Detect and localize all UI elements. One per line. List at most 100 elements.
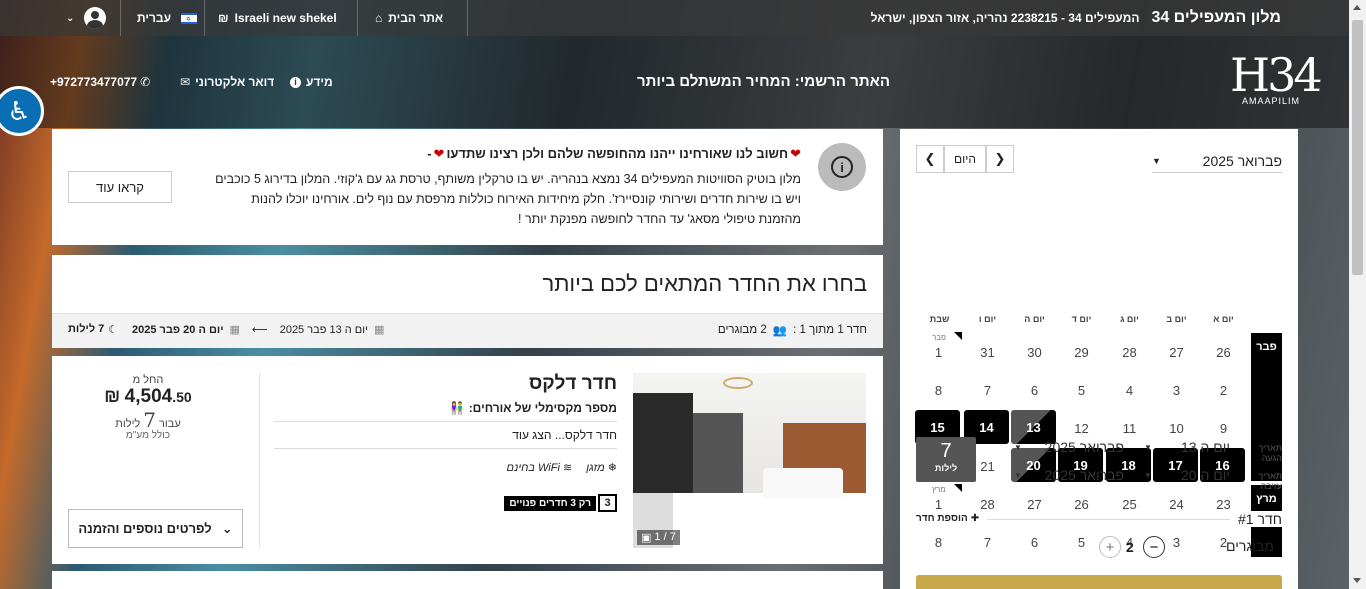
email-link[interactable]: ✉ דואר אלקטרוני xyxy=(180,75,274,89)
scroll-up-icon[interactable] xyxy=(1353,5,1361,10)
home-link-label: אתר הבית xyxy=(388,11,444,25)
currency-selector[interactable]: ₪ Israeli new shekel xyxy=(218,0,337,36)
month-select[interactable]: ▼ פברואר 2025 xyxy=(1152,149,1282,173)
search-button[interactable] xyxy=(916,575,1282,589)
calendar-day[interactable]: 6 xyxy=(1011,524,1058,560)
caret-down-icon: ▼ xyxy=(1152,155,1161,166)
weekday-label: יום ג xyxy=(1120,314,1139,324)
today-button[interactable]: היום xyxy=(944,145,986,173)
month-select-value: פברואר 2025 xyxy=(1202,152,1282,169)
calendar-day[interactable]: 24 xyxy=(1153,486,1200,522)
calendar-day[interactable]: 26 xyxy=(1200,334,1247,370)
amenity-ac: ❄ מזגן xyxy=(586,461,617,474)
accessibility-button[interactable]: ♿ xyxy=(0,86,44,136)
price-block: החל מ ₪ 4,504.50 עבור 7 לילות כולל מע"מ xyxy=(68,374,228,441)
notice-body: מלון בוטיק הסוויטות המעפילים 34 נמצא בנה… xyxy=(161,169,801,229)
plus-icon: + xyxy=(1105,538,1115,556)
site-header: H34 AMAAPILIM האתר הרשמי: המחיר המשתלם ב… xyxy=(0,36,1349,128)
divider xyxy=(274,448,617,449)
home-link[interactable]: ⌂ אתר הבית xyxy=(375,0,443,36)
minus-icon: − xyxy=(1149,538,1159,556)
calendar-day[interactable]: 26 xyxy=(1058,486,1105,522)
adults-minus-button[interactable]: − xyxy=(1143,536,1165,558)
calendar-day[interactable]: 2 xyxy=(1200,372,1247,408)
departure-day-select[interactable]: ▼ 20 יום ה xyxy=(1144,467,1230,483)
details-and-booking-button[interactable]: לפרטים נוספים והזמנה ⌄ xyxy=(68,509,243,548)
next-month-button[interactable]: ❯ xyxy=(986,145,1014,173)
vat-label: כולל מע"מ xyxy=(125,430,171,441)
caret-down-icon: ▼ xyxy=(1144,470,1152,480)
divider xyxy=(357,0,358,36)
divider xyxy=(274,421,617,422)
calendar-day[interactable]: 25 xyxy=(1106,486,1153,522)
nights-label: לילות xyxy=(115,418,141,430)
people-icon: 👥 xyxy=(772,325,788,337)
calendar-day[interactable]: 8 xyxy=(915,372,962,408)
rooms-left-badge: 3 רק 3 חדרים פנויים xyxy=(504,494,617,512)
max-guests: מספר מקסימלי של אורחים: 👫 xyxy=(450,401,617,415)
calendar-day[interactable]: 6 xyxy=(1011,372,1058,408)
chevron-left-icon: ❮ xyxy=(924,151,936,166)
calendar-day[interactable]: 7 xyxy=(964,372,1011,408)
checkout-date: יום ה 20 פבר 2025 xyxy=(132,323,224,336)
user-menu[interactable]: ⌄ xyxy=(66,0,107,36)
info-label: מידע xyxy=(306,75,333,89)
notice-title-text: חשוב לנו שאורחינו ייהנו מהחופשה שלהם ולכ… xyxy=(446,146,789,161)
calendar-day[interactable]: 28 xyxy=(1106,334,1153,370)
departure-label: תאריך עזיבה xyxy=(1258,471,1282,491)
shekel-icon: ₪ xyxy=(218,11,229,25)
weekday-label: יום ד xyxy=(1071,314,1092,324)
arrival-month-select[interactable]: ▼ פברואר 2025 xyxy=(1014,439,1124,455)
prev-month-button[interactable]: ❮ xyxy=(916,145,944,173)
chevron-down-icon: ⌄ xyxy=(66,12,75,24)
departure-month-select[interactable]: ▼ פברואר 2025 xyxy=(1014,467,1124,483)
calendar-day[interactable]: 27 xyxy=(1153,334,1200,370)
room-photo[interactable]: ▣ 1 / 7 xyxy=(633,373,866,548)
arrival-day-select[interactable]: ▼ 13 יום ה xyxy=(1144,439,1230,455)
caret-down-icon: ▼ xyxy=(1014,470,1022,480)
add-room-button[interactable]: הוספת חדר ✚ xyxy=(916,513,988,524)
chevron-down-icon: ⌄ xyxy=(221,520,233,536)
calendar-day[interactable]: 5 xyxy=(1058,372,1105,408)
calendar-day[interactable]: 27 xyxy=(1011,486,1058,522)
calendar-day[interactable]: 5 xyxy=(1058,524,1105,560)
calendar-day[interactable]: 3 xyxy=(1153,372,1200,408)
scroll-down-icon[interactable] xyxy=(1353,578,1361,583)
calendar-day[interactable]: 31 xyxy=(964,334,1011,370)
page-scrollbar[interactable] xyxy=(1349,0,1366,589)
calendar-day[interactable]: 8 xyxy=(915,524,962,560)
phone-link[interactable]: +972773477077 ✆ xyxy=(50,75,150,89)
notice-title: ❤ חשוב לנו שאורחינו ייהנו מהחופשה שלהם ו… xyxy=(427,146,801,162)
info-link[interactable]: i מידע xyxy=(290,75,333,89)
weekday-label: יום א xyxy=(1213,314,1234,324)
info-notice: i ❤ חשוב לנו שאורחינו ייהנו מהחופשה שלהם… xyxy=(52,129,883,245)
calendar-day[interactable]: 30 xyxy=(1011,334,1058,370)
arrow-left-icon: ⟵ xyxy=(251,324,268,336)
price-main: 4,504 xyxy=(124,386,173,407)
room-description[interactable]: חדר דלקס... הצג עוד xyxy=(512,428,617,442)
calendar-day[interactable]: 4 xyxy=(1106,372,1153,408)
adults-plus-button[interactable]: + xyxy=(1099,536,1121,558)
read-more-button[interactable]: קראו עוד xyxy=(68,171,172,203)
plus-icon: ✚ xyxy=(970,513,980,524)
heart-icon: ❤ xyxy=(790,146,801,161)
room-card xyxy=(52,571,883,589)
month-start-mark: מרץ xyxy=(932,485,946,494)
price-decimals: .50 xyxy=(172,389,192,405)
gallery-icon: ▣ xyxy=(641,532,652,544)
weekday-label: יום ו xyxy=(978,314,997,324)
currency-label: Israeli new shekel xyxy=(234,11,337,25)
moon-icon: ☾ xyxy=(108,324,119,336)
scrollbar-thumb[interactable] xyxy=(1352,20,1363,275)
hotel-logo[interactable]: H34 AMAAPILIM xyxy=(1230,48,1323,112)
amenity-wifi-label: WiFi בחינם xyxy=(506,462,560,474)
room-of-label: חדר 1 מתוך 1 : xyxy=(793,324,867,336)
calendar-day[interactable]: 7 xyxy=(964,524,1011,560)
weekday-label: שבת xyxy=(929,314,950,324)
adults-label: מבוגרים xyxy=(1226,538,1274,554)
language-selector[interactable]: עברית ✡ xyxy=(137,0,198,36)
departure-month-value: פברואר 2025 xyxy=(1044,467,1124,483)
logo-text: H34 xyxy=(1230,48,1323,102)
calendar-day[interactable]: 29 xyxy=(1058,334,1105,370)
adults-count: 2 xyxy=(1126,539,1134,555)
